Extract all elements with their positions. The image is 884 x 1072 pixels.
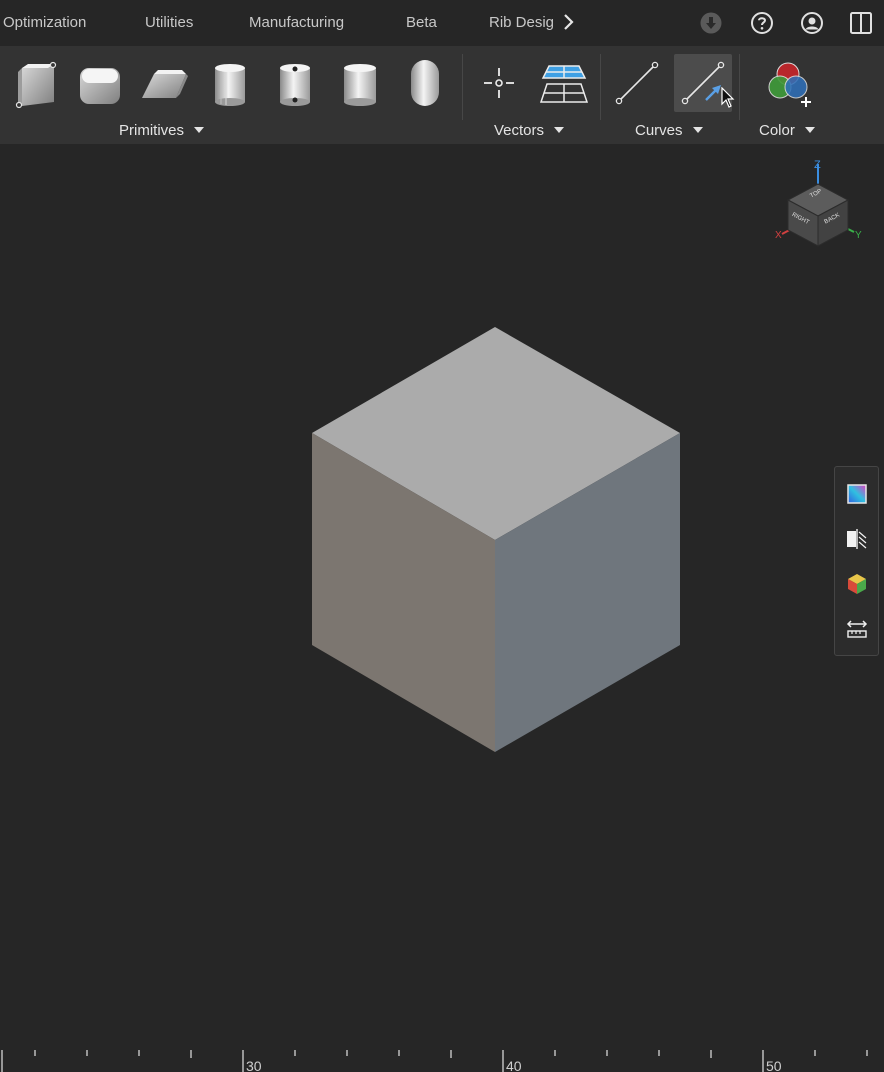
help-icon[interactable]: [750, 11, 774, 35]
crosshair-point-icon: [484, 68, 514, 98]
rounded-box-icon: [80, 68, 120, 104]
view-cube[interactable]: Z X Y TOP RIGHT BACK: [770, 158, 866, 254]
straight-cylinder-icon: [344, 64, 376, 106]
rounded-box-primitive-button[interactable]: [71, 54, 129, 112]
line-icon: [615, 61, 659, 105]
capsule-icon: [411, 60, 439, 106]
view-side-toolbar: [834, 466, 879, 656]
user-icon[interactable]: [800, 11, 824, 35]
ruler-label-30: 30: [246, 1058, 262, 1072]
color-group-label[interactable]: Color: [759, 122, 815, 139]
orientation-gizmo: [781, 164, 855, 247]
hollow-cylinder-icon: [280, 64, 310, 106]
tab-optimization[interactable]: Optimization: [3, 14, 86, 31]
ribbon-divider: [462, 54, 463, 120]
plane-grid-icon: [539, 65, 589, 103]
tab-beta[interactable]: Beta: [406, 14, 437, 31]
caret-down-icon: [194, 127, 205, 133]
straight-cylinder-primitive-button[interactable]: [331, 54, 389, 112]
cube-model[interactable]: [0, 144, 884, 1072]
cylinder-icon: [215, 64, 245, 106]
gradient-icon[interactable]: [844, 481, 870, 507]
mouse-cursor-icon: [721, 87, 735, 108]
ribbon-divider: [600, 54, 601, 120]
view-cube-axis-z: Z: [814, 159, 821, 171]
caret-down-icon: [804, 127, 815, 133]
ribbon-divider: [739, 54, 740, 120]
plane-vector-button[interactable]: [535, 54, 593, 112]
ribbon-toolbar: Primitives Vectors Curves Color: [0, 46, 884, 144]
capsule-primitive-button[interactable]: [396, 54, 454, 112]
tab-utilities[interactable]: Utilities: [145, 14, 193, 31]
curves-group-label[interactable]: Curves: [635, 122, 703, 139]
parallelepiped-icon: [142, 70, 188, 98]
primitives-group-label[interactable]: Primitives: [119, 122, 205, 139]
vectors-group-label[interactable]: Vectors: [494, 122, 565, 139]
caret-down-icon: [692, 127, 703, 133]
download-icon[interactable]: [699, 11, 723, 35]
view-cube-axis-x: X: [775, 230, 782, 241]
hollow-cylinder-primitive-button[interactable]: [266, 54, 324, 112]
box-primitive-button[interactable]: [6, 54, 64, 112]
point-vector-button[interactable]: [470, 54, 528, 112]
color-circles-icon: [768, 62, 811, 107]
view-cube-axis-y: Y: [855, 230, 862, 241]
bottom-ruler: 30 40 50: [0, 1040, 884, 1072]
chevron-right-icon[interactable]: [561, 10, 577, 34]
panel-toggle-icon[interactable]: [849, 11, 873, 35]
tab-manufacturing[interactable]: Manufacturing: [249, 14, 344, 31]
ruler-label-50: 50: [766, 1058, 782, 1072]
tab-rib-design[interactable]: Rib Desig: [489, 14, 557, 31]
section-plane-icon[interactable]: [844, 526, 870, 552]
top-tab-bar: Optimization Utilities Manufacturing Bet…: [0, 0, 884, 46]
caret-down-icon: [554, 127, 565, 133]
ruler-label-40: 40: [506, 1058, 522, 1072]
parallelepiped-primitive-button[interactable]: [136, 54, 194, 112]
cylinder-primitive-button[interactable]: [201, 54, 259, 112]
3d-viewport[interactable]: [0, 144, 884, 1072]
box-icon: [15, 61, 57, 109]
color-cube-icon[interactable]: [844, 571, 870, 597]
line-curve-button[interactable]: [608, 54, 666, 112]
color-add-button[interactable]: [759, 54, 817, 112]
measure-icon[interactable]: [844, 616, 870, 642]
ruler-ticks: [1, 1050, 868, 1072]
